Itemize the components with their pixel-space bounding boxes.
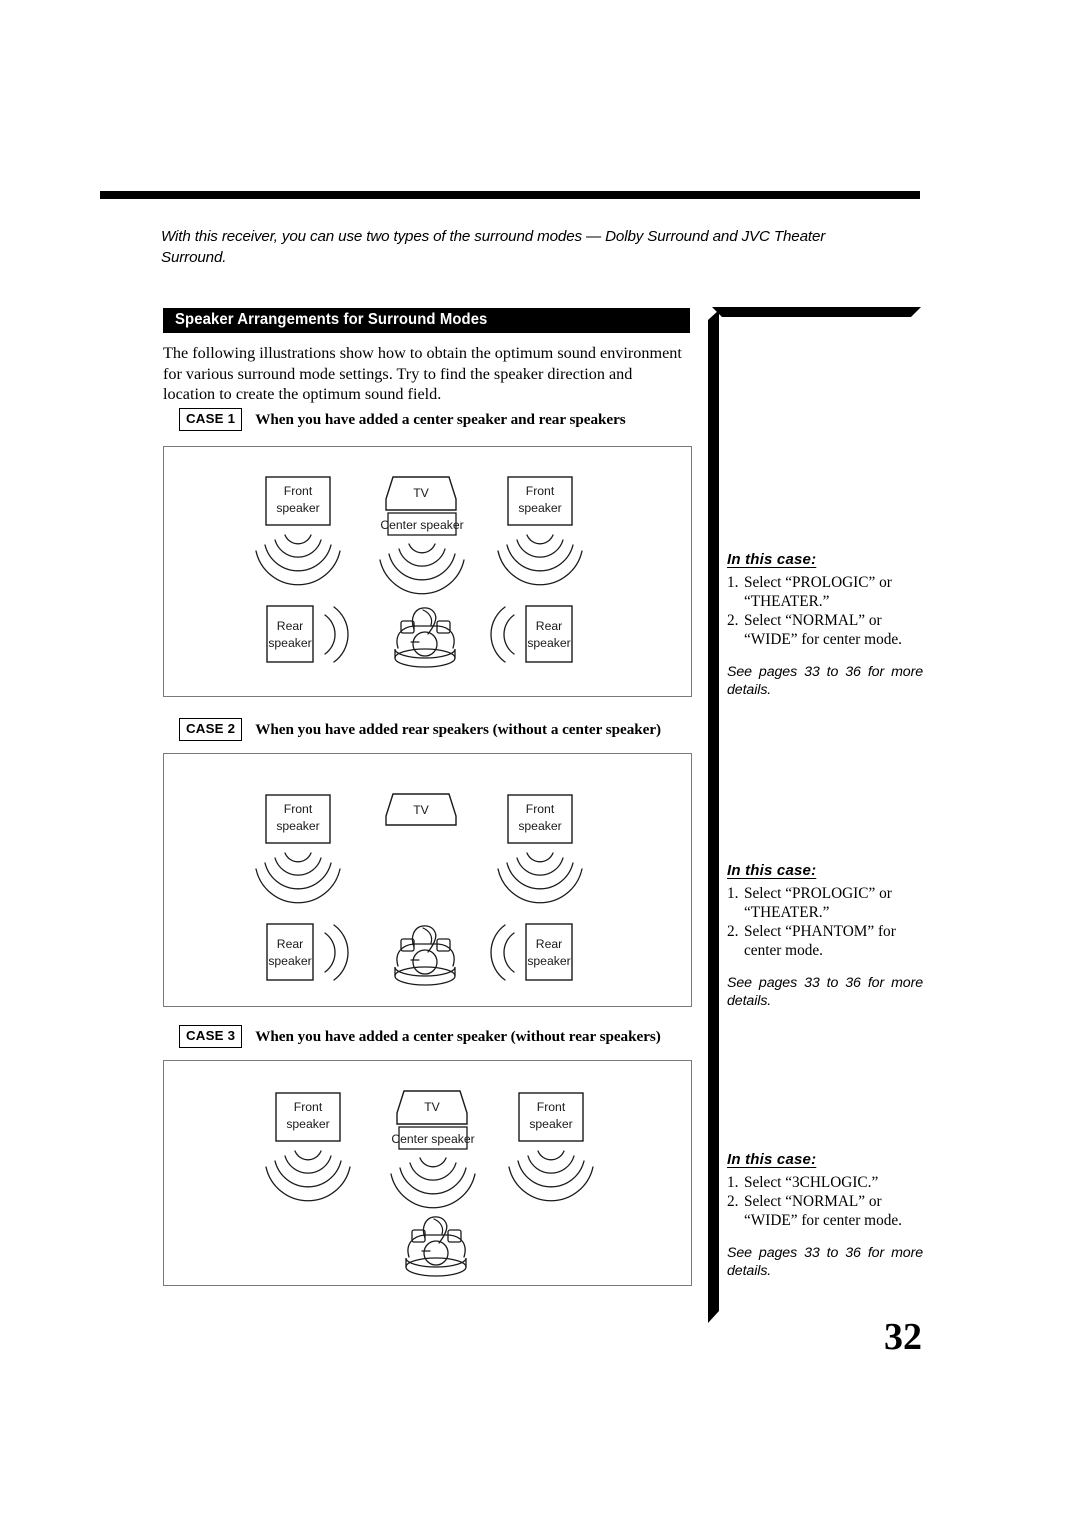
decorative-frame-side <box>708 310 719 1323</box>
list-text: Select “NORMAL” or “WIDE” for center mod… <box>744 612 902 648</box>
svg-text:speaker: speaker <box>276 819 319 833</box>
listener-icon <box>394 925 456 986</box>
case-2-tag: CASE 2 <box>179 717 243 742</box>
top-rule <box>100 191 920 199</box>
case-2-see-also: See pages 33 to 36 for more details. <box>727 975 923 1009</box>
list-item: 2. Select “NORMAL” or “WIDE” for center … <box>727 611 923 649</box>
case-1-tag: CASE 1 <box>179 407 243 432</box>
list-text: Select “PROLOGIC” or “THEATER.” <box>744 885 892 921</box>
case-3-note: In this case: 1. Select “3CHLOGIC.” 2. S… <box>727 1151 923 1280</box>
list-marker: 2. <box>727 923 739 940</box>
svg-text:speaker: speaker <box>529 1117 572 1131</box>
front-speaker-label-left: Front <box>284 484 313 498</box>
case-2-note-list: 1. Select “PROLOGIC” or “THEATER.” 2. Se… <box>727 884 923 960</box>
section-title: Speaker Arrangements for Surround Modes <box>175 311 488 328</box>
listener-icon <box>394 607 456 668</box>
svg-text:speaker: speaker <box>276 501 319 515</box>
case-3-see-also: See pages 33 to 36 for more details. <box>727 1245 923 1279</box>
intro-paragraph: With this receiver, you can use two type… <box>161 228 826 266</box>
svg-text:speaker: speaker <box>268 636 311 650</box>
case-3-diagram: Front speaker TV Center speaker Front sp… <box>163 1060 692 1286</box>
case-2-label-row: CASE 2 When you have added rear speakers… <box>179 717 662 742</box>
case-1-note-heading: In this case: <box>727 551 817 568</box>
case-1-title: When you have added a center speaker and… <box>255 410 626 428</box>
case-1-diagram: Front speaker TV Center speaker Front sp… <box>163 446 692 697</box>
svg-text:speaker: speaker <box>518 501 561 515</box>
list-text: Select “NORMAL” or “WIDE” for center mod… <box>744 1193 902 1229</box>
list-item: 1. Select “PROLOGIC” or “THEATER.” <box>727 884 923 922</box>
case-1-note: In this case: 1. Select “PROLOGIC” or “T… <box>727 551 923 699</box>
rear-speaker-label-left: Rear <box>277 619 303 633</box>
tv-label: TV <box>413 803 429 817</box>
front-speaker-label-left: Front <box>294 1100 323 1114</box>
tv-label: TV <box>424 1100 440 1114</box>
list-marker: 1. <box>727 1174 739 1191</box>
case-3-tag: CASE 3 <box>179 1024 243 1049</box>
list-marker: 2. <box>727 1193 739 1210</box>
rear-speaker-label-right: Rear <box>536 937 562 951</box>
list-text: Select “PROLOGIC” or “THEATER.” <box>744 574 892 610</box>
list-marker: 1. <box>727 574 739 591</box>
list-item: 1. Select “3CHLOGIC.” <box>727 1173 923 1192</box>
case-2-diagram: Front speaker TV Front speaker Rear spea… <box>163 753 692 1007</box>
front-speaker-label-right: Front <box>537 1100 566 1114</box>
case-2-note: In this case: 1. Select “PROLOGIC” or “T… <box>727 862 923 1010</box>
svg-text:speaker: speaker <box>286 1117 329 1131</box>
decorative-frame-top <box>712 307 921 317</box>
page-number: 32 <box>884 1316 922 1358</box>
front-speaker-label-right: Front <box>526 802 555 816</box>
list-item: 2. Select “PHANTOM” for center mode. <box>727 922 923 960</box>
list-marker: 2. <box>727 612 739 629</box>
tv-label: TV <box>413 486 429 500</box>
case-1-note-list: 1. Select “PROLOGIC” or “THEATER.” 2. Se… <box>727 573 923 649</box>
case-3-note-list: 1. Select “3CHLOGIC.” 2. Select “NORMAL”… <box>727 1173 923 1230</box>
case-1-see-also: See pages 33 to 36 for more details. <box>727 664 923 698</box>
front-speaker-label-left: Front <box>284 802 313 816</box>
case-2-title: When you have added rear speakers (witho… <box>255 720 662 738</box>
list-text: Select “PHANTOM” for center mode. <box>744 923 896 959</box>
center-speaker-label: Center speaker <box>391 1132 474 1146</box>
svg-text:speaker: speaker <box>527 636 570 650</box>
list-item: 2. Select “NORMAL” or “WIDE” for center … <box>727 1192 923 1230</box>
case-3-label-row: CASE 3 When you have added a center spea… <box>179 1024 661 1049</box>
lead-paragraph: The following illustrations show how to … <box>163 344 682 403</box>
svg-text:speaker: speaker <box>518 819 561 833</box>
case-2-note-heading: In this case: <box>727 862 817 879</box>
list-text: Select “3CHLOGIC.” <box>744 1174 879 1191</box>
center-speaker-label: Center speaker <box>380 518 463 532</box>
rear-speaker-label-right: Rear <box>536 619 562 633</box>
list-item: 1. Select “PROLOGIC” or “THEATER.” <box>727 573 923 611</box>
section-header-bar: Speaker Arrangements for Surround Modes <box>163 308 690 333</box>
list-marker: 1. <box>727 885 739 902</box>
front-speaker-label-right: Front <box>526 484 555 498</box>
svg-text:speaker: speaker <box>268 954 311 968</box>
svg-text:speaker: speaker <box>527 954 570 968</box>
case-1-label-row: CASE 1 When you have added a center spea… <box>179 407 626 432</box>
listener-icon <box>405 1216 467 1277</box>
case-3-note-heading: In this case: <box>727 1151 817 1168</box>
case-3-title: When you have added a center speaker (wi… <box>255 1027 661 1045</box>
rear-speaker-label-left: Rear <box>277 937 303 951</box>
